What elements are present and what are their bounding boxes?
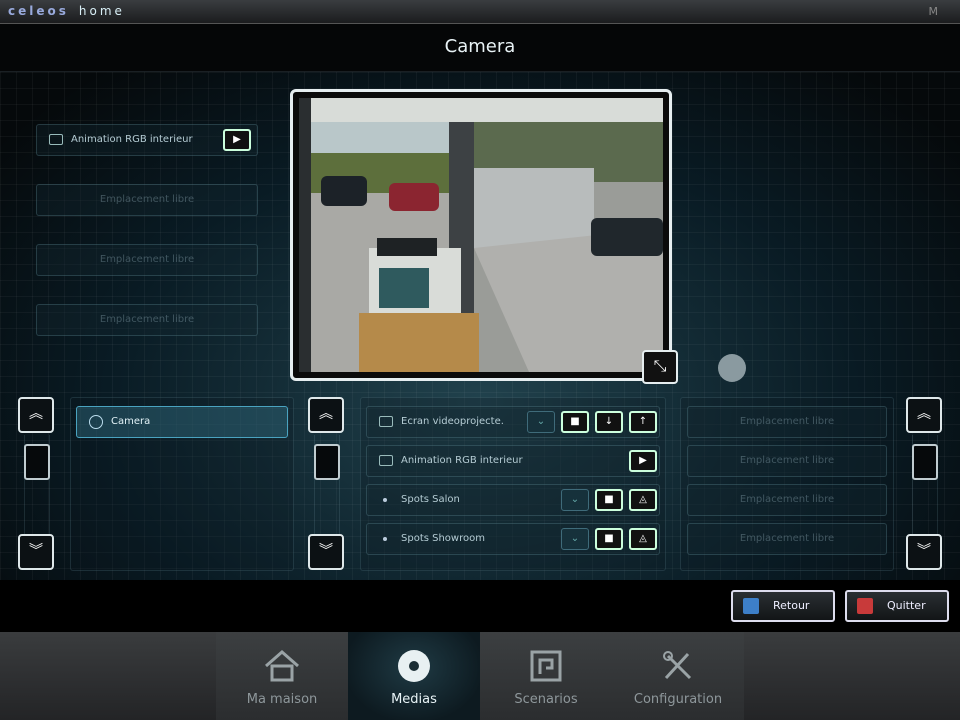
tab-configuration[interactable]: Configuration <box>612 632 744 720</box>
action-bar: Retour Quitter <box>0 580 960 632</box>
back-label: Retour <box>773 599 810 612</box>
tab-ma-maison[interactable]: Ma maison <box>216 632 348 720</box>
up-button[interactable]: ↑ <box>629 411 657 433</box>
camera-list-label: Camera <box>111 416 151 427</box>
play-button[interactable]: ▶ <box>223 129 251 151</box>
device-item-4[interactable]: Spots Showroom ⌄ ■ ◬ <box>366 523 660 555</box>
tab-label: Ma maison <box>246 692 318 707</box>
camera-frame <box>290 89 672 381</box>
off-button[interactable]: ■ <box>595 528 623 550</box>
camera-list-item[interactable]: Camera <box>76 406 288 438</box>
quit-button[interactable]: Quitter <box>845 590 949 622</box>
on-button[interactable]: ◬ <box>629 489 657 511</box>
title-bar: Camera <box>0 24 960 72</box>
tab-bar: Ma maison Medias Scenarios Configuration <box>0 632 960 720</box>
quit-label: Quitter <box>887 599 926 612</box>
off-button[interactable]: ■ <box>595 489 623 511</box>
right-list: Emplacement libre Emplacement libre Empl… <box>680 397 894 571</box>
app-window: celeos home M Camera Animation RGB interi… <box>0 0 960 720</box>
middle-scroll-up-button[interactable]: ︽ <box>308 397 344 433</box>
level-button[interactable]: ⌄ <box>561 489 589 511</box>
light-icon <box>383 498 387 502</box>
scene-icon <box>379 455 393 466</box>
tab-label: Medias <box>391 692 437 707</box>
right-slot-4[interactable]: Emplacement libre <box>687 523 887 555</box>
play-button[interactable]: ▶ <box>629 450 657 472</box>
middle-scroll-thumb[interactable] <box>314 444 340 480</box>
tab-label: Scenarios <box>514 692 578 707</box>
level-button[interactable]: ⌄ <box>527 411 555 433</box>
house-icon <box>265 650 299 682</box>
right-slot-1[interactable]: Emplacement libre <box>687 406 887 438</box>
left-slot-3[interactable]: Emplacement libre <box>36 244 258 276</box>
tab-medias[interactable]: Medias <box>348 632 480 720</box>
left-slot-2[interactable]: Emplacement libre <box>36 184 258 216</box>
back-icon <box>743 598 759 614</box>
scene-icon <box>49 134 63 145</box>
left-slot-4[interactable]: Emplacement libre <box>36 304 258 336</box>
scenario-icon <box>530 650 562 682</box>
tools-icon <box>663 651 692 680</box>
camera-icon <box>89 415 103 429</box>
device-label: Spots Showroom <box>401 533 485 544</box>
quit-icon <box>857 598 873 614</box>
tab-scenarios[interactable]: Scenarios <box>480 632 612 720</box>
right-scroll-down-button[interactable]: ︾ <box>906 534 942 570</box>
device-item-2[interactable]: Animation RGB interieur ▶ <box>366 445 660 477</box>
middle-scroll-down-button[interactable]: ︾ <box>308 534 344 570</box>
device-label: Ecran videoprojecte. <box>401 416 504 427</box>
device-list: Ecran videoprojecte. ⌄ ■ ↓ ↑ Animation R… <box>360 397 666 571</box>
brand-logo: celeos home <box>8 4 125 18</box>
left-slot-1[interactable]: Animation RGB interieur ▶ <box>36 124 258 156</box>
stop-button[interactable]: ■ <box>561 411 589 433</box>
on-button[interactable]: ◬ <box>629 528 657 550</box>
right-slot-2[interactable]: Emplacement libre <box>687 445 887 477</box>
top-bar: celeos home M <box>0 0 960 24</box>
left-scroll-up-button[interactable]: ︽ <box>18 397 54 433</box>
camera-image <box>299 98 663 372</box>
page-title: Camera <box>444 36 516 57</box>
left-scroll-thumb[interactable] <box>24 444 50 480</box>
touch-indicator <box>718 354 746 382</box>
level-button[interactable]: ⌄ <box>561 528 589 550</box>
left-slot-label: Animation RGB interieur <box>71 134 193 145</box>
device-item-1[interactable]: Ecran videoprojecte. ⌄ ■ ↓ ↑ <box>366 406 660 438</box>
disc-icon <box>398 650 430 682</box>
right-scroll-up-button[interactable]: ︽ <box>906 397 942 433</box>
device-label: Animation RGB interieur <box>401 455 523 466</box>
back-button[interactable]: Retour <box>731 590 835 622</box>
corner-mark: M <box>928 5 939 18</box>
projector-icon <box>379 416 393 427</box>
tab-label: Configuration <box>633 692 723 707</box>
down-button[interactable]: ↓ <box>595 411 623 433</box>
device-label: Spots Salon <box>401 494 460 505</box>
right-slot-3[interactable]: Emplacement libre <box>687 484 887 516</box>
camera-feed[interactable] <box>299 98 663 372</box>
left-scroll-down-button[interactable]: ︾ <box>18 534 54 570</box>
expand-button[interactable]: ⤡ <box>642 350 678 384</box>
main-panel: Animation RGB interieur ▶ Emplacement li… <box>0 72 960 580</box>
device-item-3[interactable]: Spots Salon ⌄ ■ ◬ <box>366 484 660 516</box>
light-icon <box>383 537 387 541</box>
right-scroll-thumb[interactable] <box>912 444 938 480</box>
camera-list: Camera <box>70 397 294 571</box>
